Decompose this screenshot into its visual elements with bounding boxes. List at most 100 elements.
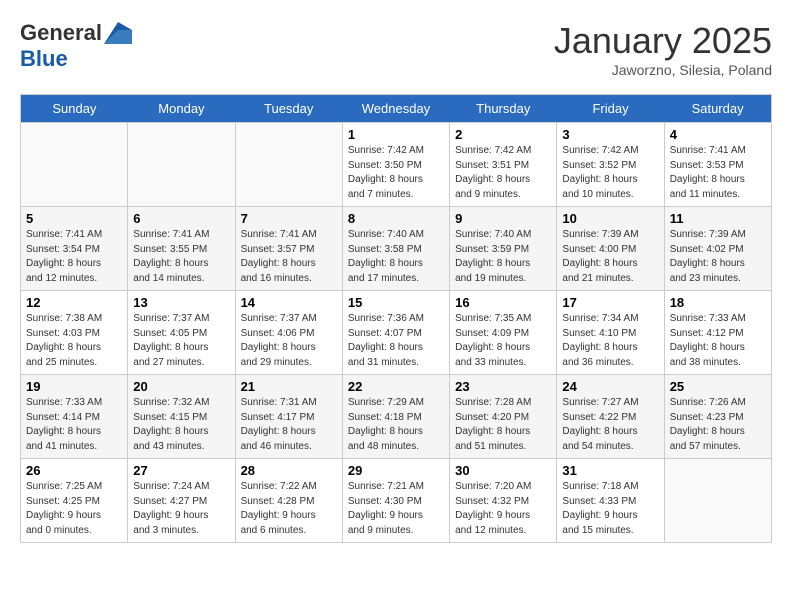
day-number: 18 — [670, 295, 766, 310]
day-info: Sunrise: 7:34 AM Sunset: 4:10 PM Dayligh… — [562, 312, 658, 370]
day-info: Sunrise: 7:39 AM Sunset: 4:00 PM Dayligh… — [562, 228, 658, 286]
calendar-cell: 20 Sunrise: 7:32 AM Sunset: 4:15 PM Dayli… — [128, 375, 235, 459]
calendar-cell: 6 Sunrise: 7:41 AM Sunset: 3:55 PM Daylig… — [128, 207, 235, 291]
month-title: January 2025 — [554, 20, 772, 62]
logo: General Blue — [20, 20, 132, 72]
day-number: 20 — [133, 379, 229, 394]
day-number: 12 — [26, 295, 122, 310]
day-info: Sunrise: 7:22 AM Sunset: 4:28 PM Dayligh… — [241, 480, 337, 538]
day-number: 29 — [348, 463, 444, 478]
day-number: 26 — [26, 463, 122, 478]
day-number: 1 — [348, 127, 444, 142]
calendar-cell: 27 Sunrise: 7:24 AM Sunset: 4:27 PM Dayli… — [128, 459, 235, 543]
calendar-header-row: SundayMondayTuesdayWednesdayThursdayFrid… — [21, 95, 772, 123]
day-number: 27 — [133, 463, 229, 478]
day-number: 28 — [241, 463, 337, 478]
day-number: 21 — [241, 379, 337, 394]
calendar-week-row: 19 Sunrise: 7:33 AM Sunset: 4:14 PM Dayli… — [21, 375, 772, 459]
day-info: Sunrise: 7:40 AM Sunset: 3:58 PM Dayligh… — [348, 228, 444, 286]
day-number: 11 — [670, 211, 766, 226]
day-number: 10 — [562, 211, 658, 226]
logo-blue-text: Blue — [20, 46, 68, 72]
day-info: Sunrise: 7:42 AM Sunset: 3:51 PM Dayligh… — [455, 144, 551, 202]
day-info: Sunrise: 7:25 AM Sunset: 4:25 PM Dayligh… — [26, 480, 122, 538]
calendar-cell: 25Sunrise: 7:26 AM Sunset: 4:23 PM Dayli… — [664, 375, 771, 459]
day-number: 8 — [348, 211, 444, 226]
day-info: Sunrise: 7:41 AM Sunset: 3:57 PM Dayligh… — [241, 228, 337, 286]
day-number: 19 — [26, 379, 122, 394]
calendar-cell: 4 Sunrise: 7:41 AM Sunset: 3:53 PM Daylig… — [664, 123, 771, 207]
day-info: Sunrise: 7:33 AM Sunset: 4:14 PM Dayligh… — [26, 396, 122, 454]
day-info: Sunrise: 7:39 AM Sunset: 4:02 PM Dayligh… — [670, 228, 766, 286]
day-info: Sunrise: 7:20 AM Sunset: 4:32 PM Dayligh… — [455, 480, 551, 538]
calendar-cell: 1 Sunrise: 7:42 AM Sunset: 3:50 PM Daylig… — [342, 123, 449, 207]
calendar-cell: 22Sunrise: 7:29 AM Sunset: 4:18 PM Dayli… — [342, 375, 449, 459]
day-number: 5 — [26, 211, 122, 226]
calendar-cell: 2 Sunrise: 7:42 AM Sunset: 3:51 PM Daylig… — [450, 123, 557, 207]
day-number: 4 — [670, 127, 766, 142]
day-number: 2 — [455, 127, 551, 142]
calendar-cell: 24 Sunrise: 7:27 AM Sunset: 4:22 PM Dayli… — [557, 375, 664, 459]
day-info: Sunrise: 7:35 AM Sunset: 4:09 PM Dayligh… — [455, 312, 551, 370]
page-header: General Blue January 2025 Jaworzno, Sile… — [20, 20, 772, 78]
calendar-cell: 9Sunrise: 7:40 AM Sunset: 3:59 PM Daylig… — [450, 207, 557, 291]
day-info: Sunrise: 7:21 AM Sunset: 4:30 PM Dayligh… — [348, 480, 444, 538]
day-info: Sunrise: 7:31 AM Sunset: 4:17 PM Dayligh… — [241, 396, 337, 454]
day-info: Sunrise: 7:18 AM Sunset: 4:33 PM Dayligh… — [562, 480, 658, 538]
calendar-cell: 17 Sunrise: 7:34 AM Sunset: 4:10 PM Dayli… — [557, 291, 664, 375]
day-number: 23 — [455, 379, 551, 394]
day-info: Sunrise: 7:41 AM Sunset: 3:54 PM Dayligh… — [26, 228, 122, 286]
logo-general-text: General — [20, 20, 102, 46]
calendar-cell: 21 Sunrise: 7:31 AM Sunset: 4:17 PM Dayli… — [235, 375, 342, 459]
day-info: Sunrise: 7:36 AM Sunset: 4:07 PM Dayligh… — [348, 312, 444, 370]
day-info: Sunrise: 7:41 AM Sunset: 3:53 PM Dayligh… — [670, 144, 766, 202]
day-info: Sunrise: 7:28 AM Sunset: 4:20 PM Dayligh… — [455, 396, 551, 454]
day-number: 30 — [455, 463, 551, 478]
day-number: 31 — [562, 463, 658, 478]
calendar-cell: 15Sunrise: 7:36 AM Sunset: 4:07 PM Dayli… — [342, 291, 449, 375]
day-info: Sunrise: 7:32 AM Sunset: 4:15 PM Dayligh… — [133, 396, 229, 454]
day-info: Sunrise: 7:41 AM Sunset: 3:55 PM Dayligh… — [133, 228, 229, 286]
day-info: Sunrise: 7:42 AM Sunset: 3:52 PM Dayligh… — [562, 144, 658, 202]
calendar-cell: 8 Sunrise: 7:40 AM Sunset: 3:58 PM Daylig… — [342, 207, 449, 291]
day-info: Sunrise: 7:24 AM Sunset: 4:27 PM Dayligh… — [133, 480, 229, 538]
day-header-wednesday: Wednesday — [342, 95, 449, 123]
day-number: 17 — [562, 295, 658, 310]
day-info: Sunrise: 7:33 AM Sunset: 4:12 PM Dayligh… — [670, 312, 766, 370]
calendar-cell: 5 Sunrise: 7:41 AM Sunset: 3:54 PM Daylig… — [21, 207, 128, 291]
logo-icon — [104, 22, 132, 44]
location-subtitle: Jaworzno, Silesia, Poland — [554, 62, 772, 78]
day-number: 3 — [562, 127, 658, 142]
day-info: Sunrise: 7:26 AM Sunset: 4:23 PM Dayligh… — [670, 396, 766, 454]
day-info: Sunrise: 7:42 AM Sunset: 3:50 PM Dayligh… — [348, 144, 444, 202]
calendar-cell: 19 Sunrise: 7:33 AM Sunset: 4:14 PM Dayli… — [21, 375, 128, 459]
calendar-cell: 12Sunrise: 7:38 AM Sunset: 4:03 PM Dayli… — [21, 291, 128, 375]
calendar-cell: 29 Sunrise: 7:21 AM Sunset: 4:30 PM Dayli… — [342, 459, 449, 543]
title-area: January 2025 Jaworzno, Silesia, Poland — [554, 20, 772, 78]
calendar-cell: 28 Sunrise: 7:22 AM Sunset: 4:28 PM Dayli… — [235, 459, 342, 543]
calendar-cell: 10 Sunrise: 7:39 AM Sunset: 4:00 PM Dayli… — [557, 207, 664, 291]
day-number: 13 — [133, 295, 229, 310]
calendar-cell: 30 Sunrise: 7:20 AM Sunset: 4:32 PM Dayli… — [450, 459, 557, 543]
day-number: 16 — [455, 295, 551, 310]
calendar-cell: 26 Sunrise: 7:25 AM Sunset: 4:25 PM Dayli… — [21, 459, 128, 543]
day-number: 24 — [562, 379, 658, 394]
day-info: Sunrise: 7:27 AM Sunset: 4:22 PM Dayligh… — [562, 396, 658, 454]
calendar-cell: 16 Sunrise: 7:35 AM Sunset: 4:09 PM Dayli… — [450, 291, 557, 375]
calendar-week-row: 1 Sunrise: 7:42 AM Sunset: 3:50 PM Daylig… — [21, 123, 772, 207]
calendar-week-row: 5 Sunrise: 7:41 AM Sunset: 3:54 PM Daylig… — [21, 207, 772, 291]
day-number: 9 — [455, 211, 551, 226]
calendar-cell — [21, 123, 128, 207]
day-header-friday: Friday — [557, 95, 664, 123]
calendar-table: SundayMondayTuesdayWednesdayThursdayFrid… — [20, 94, 772, 543]
calendar-cell: 7Sunrise: 7:41 AM Sunset: 3:57 PM Daylig… — [235, 207, 342, 291]
day-number: 6 — [133, 211, 229, 226]
calendar-cell — [235, 123, 342, 207]
calendar-cell — [664, 459, 771, 543]
day-info: Sunrise: 7:37 AM Sunset: 4:06 PM Dayligh… — [241, 312, 337, 370]
day-header-thursday: Thursday — [450, 95, 557, 123]
calendar-cell: 31 Sunrise: 7:18 AM Sunset: 4:33 PM Dayli… — [557, 459, 664, 543]
calendar-cell: 14 Sunrise: 7:37 AM Sunset: 4:06 PM Dayli… — [235, 291, 342, 375]
day-number: 14 — [241, 295, 337, 310]
day-header-sunday: Sunday — [21, 95, 128, 123]
